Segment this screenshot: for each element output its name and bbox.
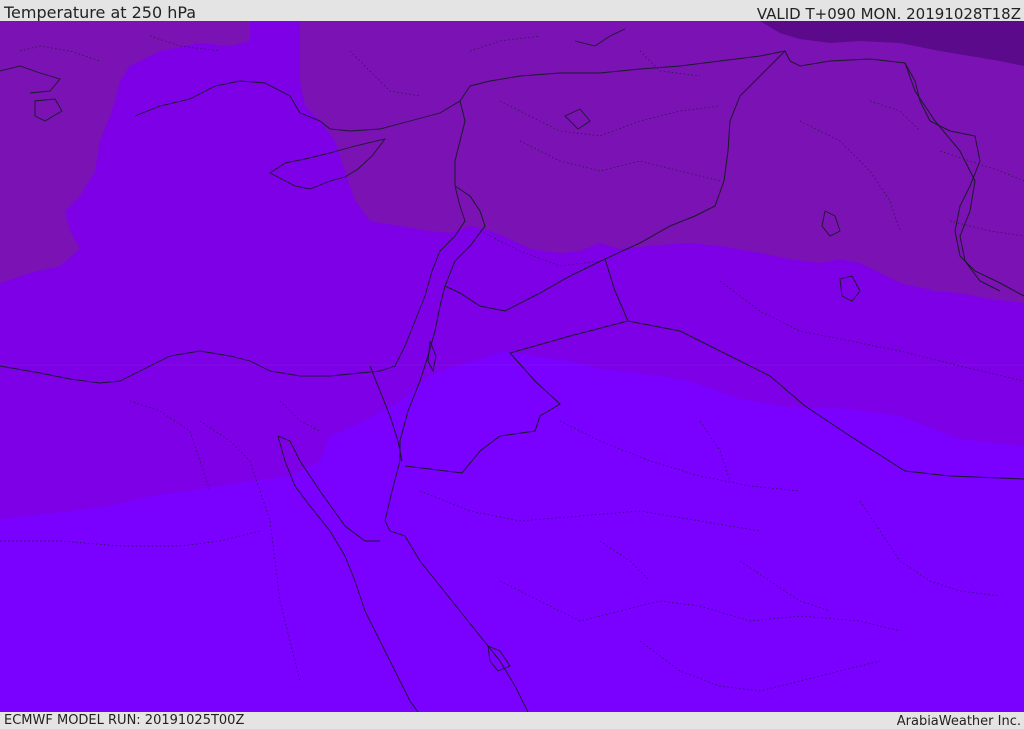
map-canvas[interactable]: [0, 21, 1024, 712]
credit-label: ArabiaWeather Inc.: [896, 714, 1021, 729]
map-title: Temperature at 250 hPa: [4, 3, 197, 22]
temperature-map-svg: [0, 21, 1024, 712]
footer-bar: ECMWF MODEL RUN: 20191025T00Z ArabiaWeat…: [0, 712, 1024, 729]
weather-map-frame: Temperature at 250 hPa VALID T+090 MON. …: [0, 0, 1024, 729]
model-run-label: ECMWF MODEL RUN: 20191025T00Z: [4, 713, 245, 728]
header-bar: Temperature at 250 hPa VALID T+090 MON. …: [0, 0, 1024, 23]
